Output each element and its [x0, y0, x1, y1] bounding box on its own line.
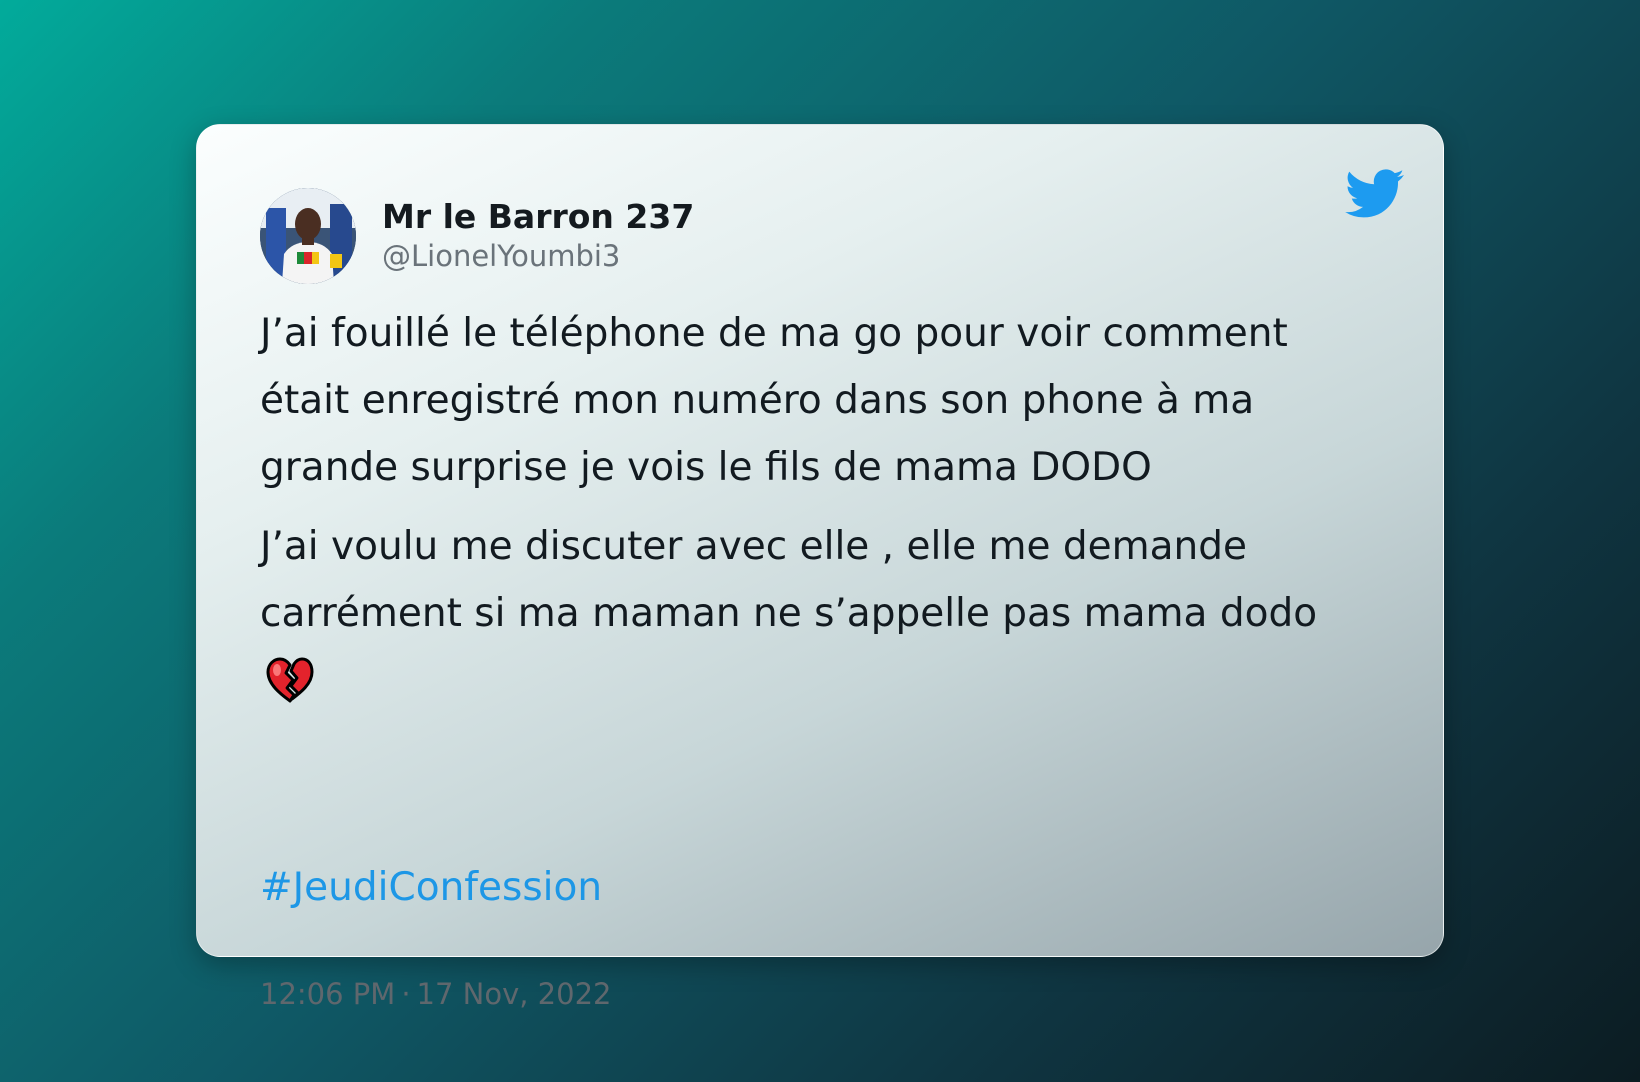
- tweet-date: 17 Nov, 2022: [416, 977, 612, 1011]
- broken-heart-icon: [264, 655, 316, 707]
- timestamp[interactable]: 12:06 PM · 17 Nov, 2022: [260, 977, 612, 1011]
- tweet-text: J’ai fouillé le téléphone de ma go pour …: [260, 300, 1385, 707]
- tweet-card: Mr le Barron 237 @LionelYoumbi3 J’ai fou…: [196, 124, 1444, 1011]
- tweet-paragraph: J’ai voulu me discuter avec elle , elle …: [260, 524, 1318, 636]
- timestamp-separator: ·: [401, 977, 411, 1011]
- author-name[interactable]: Mr le Barron 237: [382, 197, 694, 236]
- hashtag-link[interactable]: #JeudiConfession: [260, 865, 602, 910]
- tweet-paragraph: J’ai fouillé le téléphone de ma go pour …: [260, 311, 1288, 490]
- avatar[interactable]: [260, 188, 356, 284]
- tweet-time: 12:06 PM: [260, 977, 396, 1011]
- twitter-bird-icon: [1345, 169, 1405, 219]
- author-handle[interactable]: @LionelYoumbi3: [382, 239, 620, 273]
